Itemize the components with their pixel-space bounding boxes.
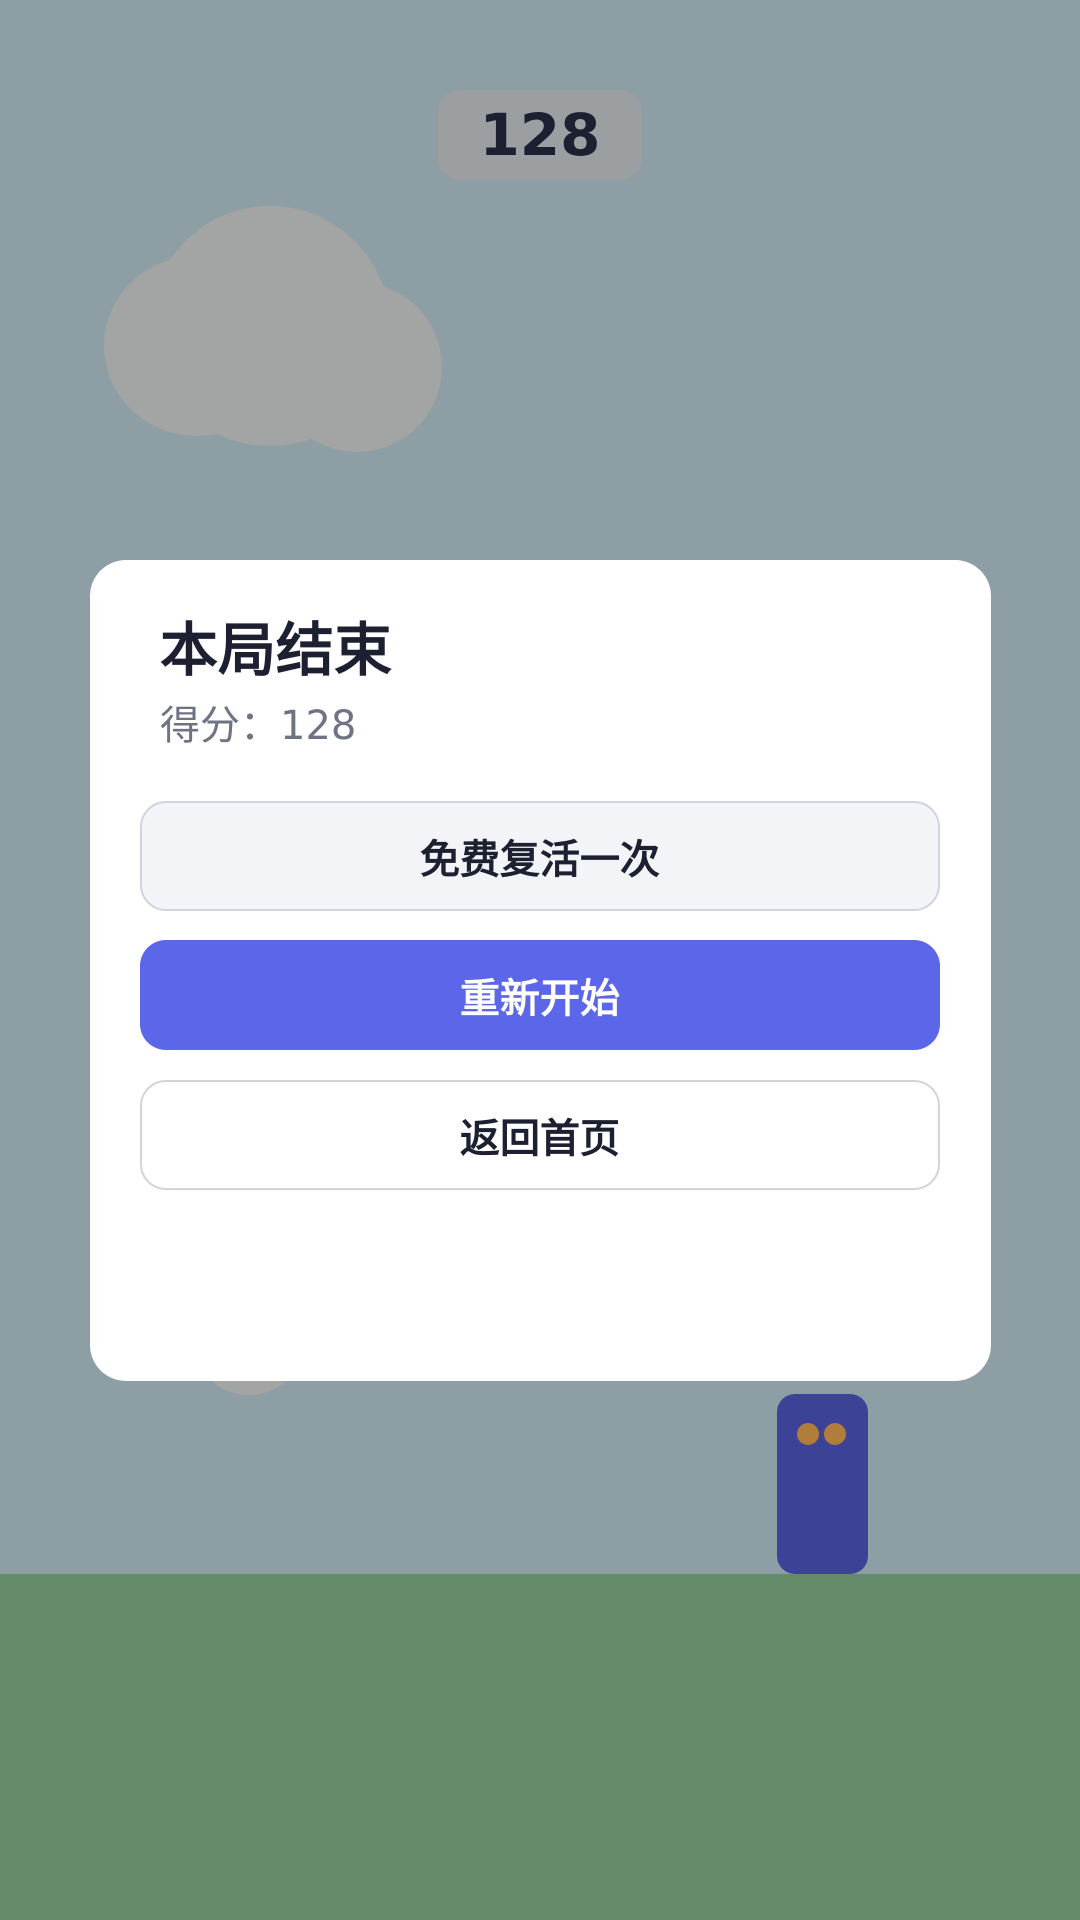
restart-button-label: 重新开始 [460, 976, 620, 1022]
revive-button-label: 免费复活一次 [420, 837, 660, 883]
home-button[interactable]: 返回首页 [140, 1080, 940, 1190]
dialog-title: 本局结束 [160, 616, 393, 684]
restart-button[interactable]: 重新开始 [140, 940, 940, 1050]
home-button-label: 返回首页 [460, 1116, 620, 1162]
game-over-dialog: 本局结束 得分：128 免费复活一次 重新开始 返回首页 [90, 560, 991, 1381]
final-score: 得分：128 [160, 703, 357, 749]
revive-button[interactable]: 免费复活一次 [140, 801, 940, 911]
modal-overlay: 本局结束 得分：128 免费复活一次 重新开始 返回首页 [0, 0, 1080, 1920]
